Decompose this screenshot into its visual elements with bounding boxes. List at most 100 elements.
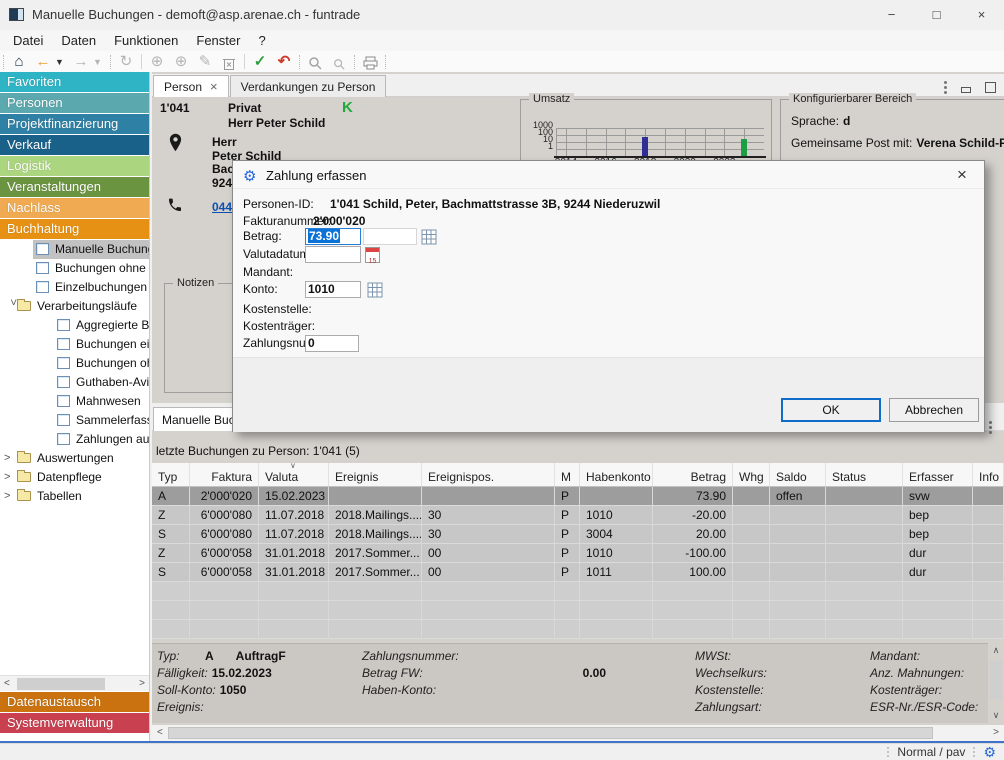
tree-item-verarbeitungsläufe[interactable]: >Verarbeitungsläufe: [0, 297, 149, 316]
add-secondary-button[interactable]: ⊕: [169, 52, 193, 72]
forward-dropdown-icon[interactable]: ▼: [93, 57, 107, 67]
table-row[interactable]: A2'000'02015.02.2023P73.90offensvw: [152, 487, 1004, 506]
sidebar-section-projektfinanzierung[interactable]: Projektfinanzierung: [0, 114, 149, 134]
sidebar-section-personen[interactable]: Personen: [0, 93, 149, 113]
menu-item-[interactable]: ?: [249, 30, 274, 51]
close-icon[interactable]: ×: [210, 79, 218, 94]
menu-item-funktionen[interactable]: Funktionen: [105, 30, 187, 51]
phone-number-link[interactable]: 044: [212, 200, 232, 214]
tree-item-buchungen-ohne-r[interactable]: Buchungen ohne R: [0, 354, 149, 373]
amount-fw-field[interactable]: [363, 228, 417, 245]
delete-button[interactable]: [217, 53, 241, 71]
mdi-maximize-icon[interactable]: [985, 82, 996, 93]
tree-item-mahnwesen[interactable]: Mahnwesen: [0, 392, 149, 411]
scrollbar-thumb[interactable]: [990, 661, 1002, 699]
back-button[interactable]: ←: [31, 52, 55, 72]
column-header-ereignis[interactable]: Ereignis: [329, 463, 422, 486]
valutadatum-input[interactable]: [305, 246, 361, 263]
sidebar-section-systemverwaltung[interactable]: Systemverwaltung: [0, 713, 149, 733]
close-button[interactable]: ×: [959, 0, 1004, 30]
sidebar-section-verkauf[interactable]: Verkauf: [0, 135, 149, 155]
dialog-close-icon[interactable]: ×: [952, 165, 972, 185]
table-row[interactable]: Z6'000'08011.07.20182018.Mailings....30P…: [152, 506, 1004, 525]
zahlungsnummer-input[interactable]: 0: [305, 335, 359, 352]
column-header-m[interactable]: M: [555, 463, 580, 486]
tree-item-buchungen-einlese[interactable]: Buchungen einlese: [0, 335, 149, 354]
scroll-right-icon[interactable]: >: [993, 727, 999, 738]
column-header-whg[interactable]: Whg: [733, 463, 770, 486]
tree-item-datenpflege[interactable]: >Datenpflege: [0, 468, 149, 487]
undo-button[interactable]: ↶: [272, 52, 296, 72]
forward-button[interactable]: →: [69, 52, 93, 72]
column-header-faktura[interactable]: Faktura: [190, 463, 259, 486]
sidebar-section-datenaustausch[interactable]: Datenaustausch: [0, 692, 149, 712]
column-header-ereignispos[interactable]: Ereignispos.: [422, 463, 555, 486]
menu-item-fenster[interactable]: Fenster: [187, 30, 249, 51]
maximize-button[interactable]: □: [914, 0, 959, 30]
scrollbar-thumb[interactable]: [168, 727, 933, 739]
add-button[interactable]: ⊕: [145, 52, 169, 72]
table-cell: [733, 582, 770, 600]
refresh-button[interactable]: ↻: [114, 52, 138, 72]
calendar-icon[interactable]: 15: [365, 247, 380, 263]
sidebar-section-veranstaltungen[interactable]: Veranstaltungen: [0, 177, 149, 197]
scrollbar-thumb[interactable]: [17, 678, 105, 690]
sidebar-horizontal-scrollbar[interactable]: < >: [0, 675, 149, 691]
table-row[interactable]: S6'000'08011.07.20182018.Mailings....30P…: [152, 525, 1004, 544]
betrag-input[interactable]: 73.90: [305, 228, 361, 245]
column-header-saldo[interactable]: Saldo: [770, 463, 826, 486]
print-button[interactable]: [358, 53, 382, 70]
bottom-horizontal-scrollbar[interactable]: < >: [152, 725, 1004, 741]
tab-verdankungen-zu-person[interactable]: Verdankungen zu Person: [230, 75, 387, 97]
chevron-right-icon[interactable]: >: [4, 449, 14, 468]
tree-item-manuelle-buchungen[interactable]: Manuelle Buchungen: [0, 240, 149, 259]
search-button[interactable]: [303, 53, 327, 70]
tree-item-sammelerfassung-s[interactable]: Sammelerfassung S: [0, 411, 149, 430]
tree-item-buchungen-ohne-refe[interactable]: Buchungen ohne Refe: [0, 259, 149, 278]
tree-item-zahlungen-automat[interactable]: Zahlungen automat: [0, 430, 149, 449]
scroll-right-icon[interactable]: >: [139, 678, 145, 689]
ok-button[interactable]: OK: [781, 398, 881, 422]
tree-item-auswertungen[interactable]: >Auswertungen: [0, 449, 149, 468]
detail-vertical-scrollbar[interactable]: ∧ ∨: [988, 643, 1004, 723]
tree-item-tabellen[interactable]: >Tabellen: [0, 487, 149, 506]
back-dropdown-icon[interactable]: ▼: [55, 57, 69, 67]
column-header-betrag[interactable]: Betrag: [653, 463, 733, 486]
column-header-erfasser[interactable]: Erfasser: [903, 463, 973, 486]
column-header-typ[interactable]: Typ: [152, 463, 190, 486]
home-button[interactable]: ⌂: [7, 52, 31, 72]
chevron-right-icon[interactable]: >: [4, 468, 14, 487]
sidebar-section-favoriten[interactable]: Favoriten: [0, 72, 149, 92]
column-header-info[interactable]: Info: [973, 463, 1004, 486]
table-row[interactable]: S6'000'05831.01.20182017.Sommer...00P101…: [152, 563, 1004, 582]
chevron-right-icon[interactable]: >: [4, 487, 14, 506]
scroll-left-icon[interactable]: <: [4, 678, 10, 689]
mdi-minimize-icon[interactable]: [961, 87, 971, 93]
search-small-icon[interactable]: [327, 54, 351, 70]
table-row[interactable]: Z6'000'05831.01.20182017.Sommer...00P101…: [152, 544, 1004, 563]
scroll-left-icon[interactable]: <: [157, 727, 163, 738]
cancel-button[interactable]: Abbrechen: [889, 398, 979, 422]
tree-item-aggregierte-buchu[interactable]: Aggregierte Buchu: [0, 316, 149, 335]
menu-item-datei[interactable]: Datei: [4, 30, 52, 51]
settings-gear-icon[interactable]: ⚙: [983, 745, 996, 759]
edit-button[interactable]: ✎: [193, 52, 217, 72]
lookup-grid-icon[interactable]: [421, 229, 437, 245]
tab-menu-icon[interactable]: [944, 79, 947, 96]
tree-item-einzelbuchungen[interactable]: Einzelbuchungen: [0, 278, 149, 297]
konto-input[interactable]: 1010: [305, 281, 361, 298]
sidebar-section-logistik[interactable]: Logistik: [0, 156, 149, 176]
column-header-status[interactable]: Status: [826, 463, 903, 486]
column-header-valuta[interactable]: Valuta∨: [259, 463, 329, 486]
scroll-down-icon[interactable]: ∨: [988, 710, 1004, 721]
tab-person[interactable]: Person×: [153, 75, 229, 97]
confirm-button[interactable]: ✓: [248, 52, 272, 72]
column-header-habenkonto[interactable]: Habenkonto: [580, 463, 653, 486]
sidebar-section-nachlass[interactable]: Nachlass: [0, 198, 149, 218]
lookup-grid-icon[interactable]: [367, 282, 383, 298]
scroll-up-icon[interactable]: ∧: [988, 645, 1004, 656]
sidebar-section-buchhaltung[interactable]: Buchhaltung: [0, 219, 149, 239]
minimize-button[interactable]: −: [869, 0, 914, 30]
tree-item-guthaben-avisieru[interactable]: Guthaben-Avisieru: [0, 373, 149, 392]
menu-item-daten[interactable]: Daten: [52, 30, 105, 51]
